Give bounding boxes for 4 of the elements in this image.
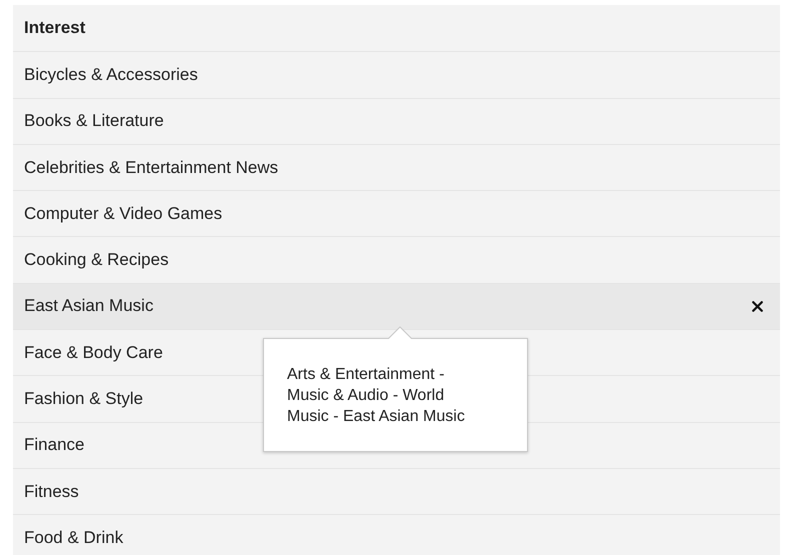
column-header: Interest [24, 18, 86, 38]
tooltip: Arts & Entertainment - Music & Audio - World Music - East Asian Music [263, 338, 528, 452]
list-item[interactable]: Fitness [13, 468, 780, 514]
list-item[interactable]: Computer & Video Games [13, 190, 780, 236]
